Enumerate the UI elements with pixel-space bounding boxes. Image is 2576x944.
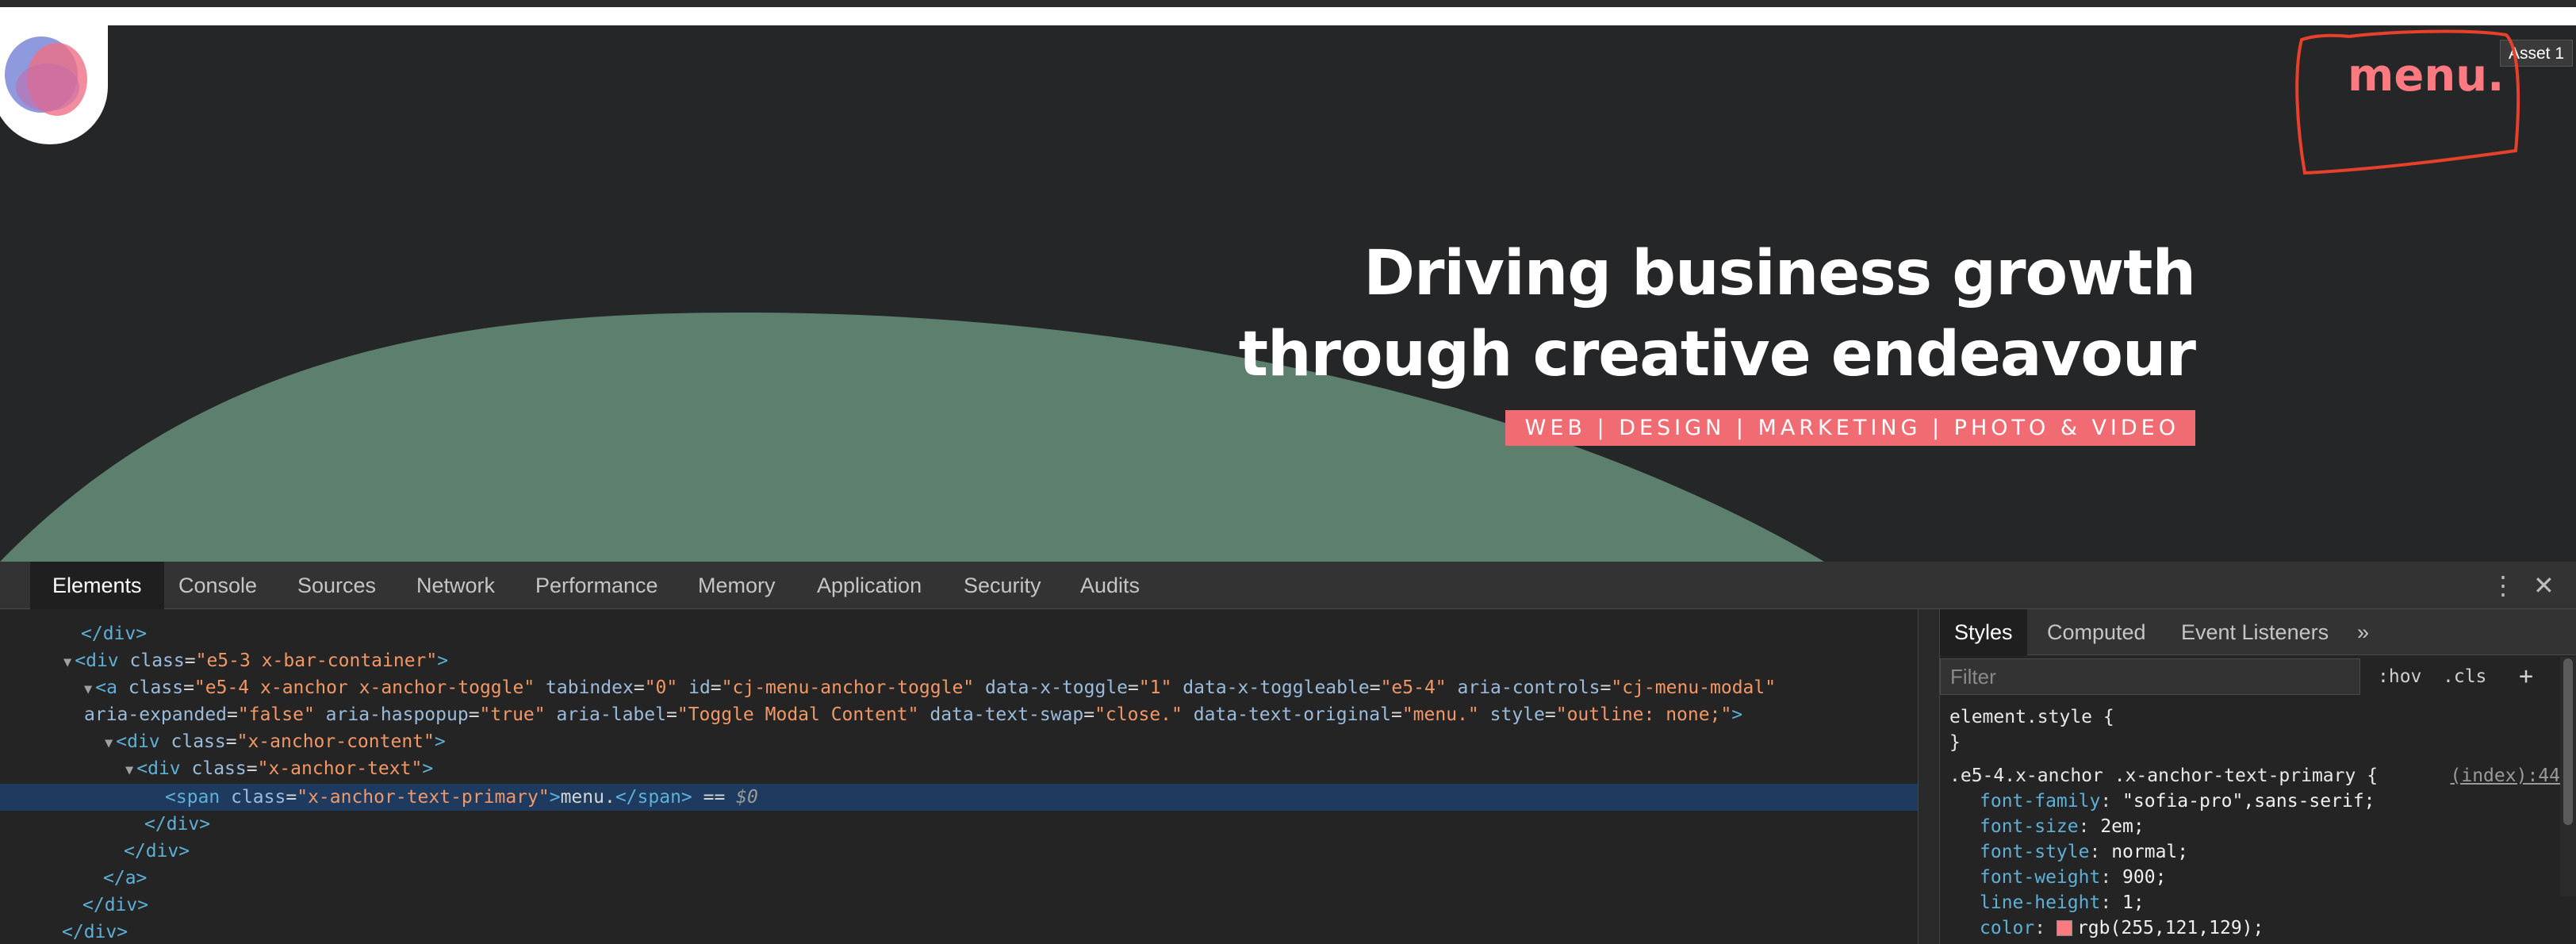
browser-top-edge bbox=[0, 0, 2576, 7]
services-tagline: WEB | DESIGN | MARKETING | PHOTO & VIDEO bbox=[1505, 410, 2195, 446]
headline-line-1: Driving business growth bbox=[1363, 238, 2196, 309]
elements-dom-tree: </div> ▼ <div class="e5-3 x-bar-container… bbox=[0, 609, 1918, 944]
dom-line-anchor-open[interactable]: ▼ <a class="e5-4 x-anchor x-anchor-toggle… bbox=[84, 674, 1776, 701]
logo-icon bbox=[5, 36, 87, 116]
css-declaration[interactable]: font-weight: 900; bbox=[1980, 865, 2166, 890]
dom-line-selected-span[interactable]: <span class="x-anchor-text-primary">menu… bbox=[165, 784, 758, 811]
class-toggle[interactable]: .cls bbox=[2443, 658, 2486, 695]
site-logo[interactable] bbox=[0, 25, 108, 144]
dom-line[interactable]: ▼ <div class="e5-3 x-bar-container"> bbox=[63, 647, 448, 674]
element-style-rule[interactable]: element.style { bbox=[1949, 704, 2114, 730]
hero-headline: Driving business growth through creative… bbox=[1085, 233, 2196, 395]
styles-filter-input[interactable]: Filter bbox=[1940, 658, 2360, 695]
dom-line[interactable]: </div> bbox=[144, 811, 210, 838]
dom-line[interactable]: </div> bbox=[81, 620, 147, 647]
css-declaration[interactable]: color: rgb(255,121,129); bbox=[1980, 915, 2264, 941]
tab-memory[interactable]: Memory bbox=[698, 562, 776, 609]
tab-network[interactable]: Network bbox=[416, 562, 495, 609]
hover-state-toggle[interactable]: :hov bbox=[2378, 658, 2421, 695]
expand-triangle-icon[interactable]: ▼ bbox=[105, 735, 113, 751]
tab-computed[interactable]: Computed bbox=[2047, 609, 2146, 655]
asset-tooltip: Asset 1 bbox=[2500, 40, 2574, 67]
styles-pane: Styles Computed Event Listeners » Filter… bbox=[1940, 609, 2576, 944]
css-declaration[interactable]: font-size: 2em; bbox=[1980, 814, 2145, 839]
more-vertical-icon[interactable]: ⋮ bbox=[2490, 562, 2516, 609]
dom-line[interactable]: ▼ <div class="x-anchor-text"> bbox=[125, 755, 433, 782]
tab-styles[interactable]: Styles bbox=[1940, 609, 2027, 655]
color-swatch-icon[interactable] bbox=[2056, 920, 2072, 936]
add-rule-icon[interactable]: + bbox=[2519, 658, 2533, 695]
website-viewport: Driving business growth through creative… bbox=[0, 25, 2576, 562]
more-tabs-icon[interactable]: » bbox=[2357, 609, 2369, 655]
css-declaration[interactable]: line-height: 1; bbox=[1980, 890, 2145, 915]
dom-line[interactable]: </a> bbox=[103, 865, 147, 892]
close-icon[interactable]: ✕ bbox=[2533, 562, 2555, 609]
dom-line[interactable]: </div> bbox=[82, 892, 148, 919]
tab-elements[interactable]: Elements bbox=[30, 562, 164, 609]
expand-triangle-icon[interactable]: ▼ bbox=[84, 681, 92, 697]
devtools-panel: Elements Console Sources Network Perform… bbox=[0, 562, 2576, 944]
css-declaration[interactable]: font-style: normal; bbox=[1980, 839, 2188, 865]
expand-triangle-icon[interactable]: ▼ bbox=[125, 762, 133, 778]
menu-toggle-link[interactable]: menu. bbox=[2348, 54, 2504, 98]
rule-source-link[interactable]: (index):44 bbox=[2451, 763, 2560, 789]
tab-event-listeners[interactable]: Event Listeners bbox=[2181, 609, 2329, 655]
element-style-close: } bbox=[1949, 732, 1961, 753]
tab-audits[interactable]: Audits bbox=[1080, 562, 1140, 609]
tab-security[interactable]: Security bbox=[964, 562, 1041, 609]
styles-tab-bar: Styles Computed Event Listeners » bbox=[1940, 609, 2576, 655]
rule-selector[interactable]: .e5-4.x-anchor .x-anchor-text-primary { bbox=[1949, 763, 2378, 789]
headline-line-2: through creative endeavour bbox=[1238, 319, 2196, 390]
dom-line-anchor-attrs[interactable]: aria-expanded="false" aria-haspopup="tru… bbox=[84, 701, 1742, 728]
tab-application[interactable]: Application bbox=[817, 562, 922, 609]
expand-triangle-icon[interactable]: ▼ bbox=[63, 654, 71, 670]
styles-scrollbar-thumb[interactable] bbox=[2563, 658, 2573, 825]
dom-line[interactable]: </div> bbox=[124, 838, 190, 865]
page-top-strip bbox=[0, 7, 2576, 25]
tab-sources[interactable]: Sources bbox=[297, 562, 376, 609]
dom-line[interactable]: </div> bbox=[62, 919, 128, 944]
dom-line[interactable]: ▼ <div class="x-anchor-content"> bbox=[105, 728, 446, 755]
tab-performance[interactable]: Performance bbox=[535, 562, 658, 609]
css-declaration[interactable]: font-family: "sofia-pro",sans-serif; bbox=[1980, 789, 2375, 814]
devtools-tab-bar: Elements Console Sources Network Perform… bbox=[0, 562, 2576, 609]
panel-splitter[interactable] bbox=[1918, 609, 1940, 944]
tab-console[interactable]: Console bbox=[178, 562, 257, 609]
